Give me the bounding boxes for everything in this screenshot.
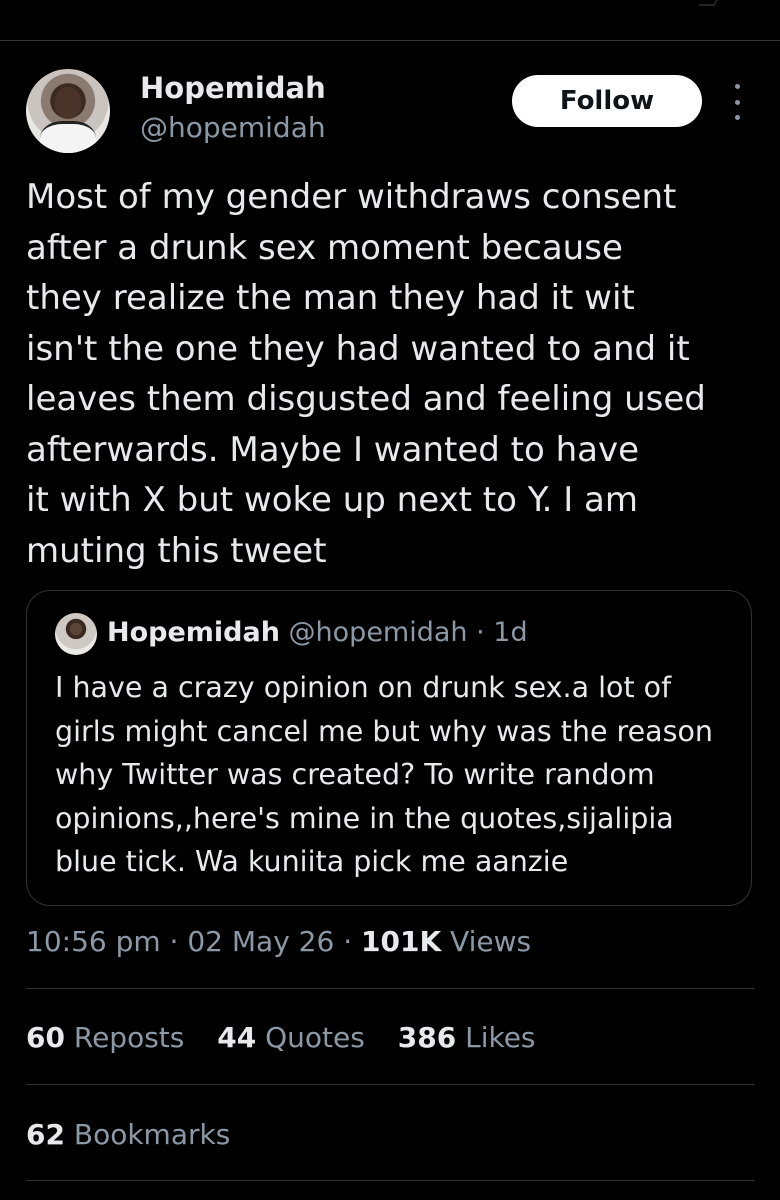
quoted-tweet-text: I have a crazy opinion on drunk sex.a lo… [55,666,745,884]
quoted-text-line: girls might cancel me but why was the re… [55,714,713,748]
quoted-author-avatar[interactable] [55,613,97,655]
quoted-text-line: I have a crazy opinion on drunk sex.a lo… [55,671,672,704]
top-cropped-icon [698,0,722,6]
quoted-text-line: opinions,,here's mine in the quotes,sija… [55,801,674,835]
quotes-label: Quotes [256,1021,365,1054]
bookmarks-count: 62 [26,1118,65,1151]
tweet-text-line: isn't the one they had wanted to and it [26,328,690,369]
tweet-time[interactable]: 10:56 pm [26,925,161,958]
follow-button[interactable]: Follow [512,75,702,127]
views-label: Views [441,925,532,958]
divider [26,1084,754,1085]
reposts-label: Reposts [64,1021,185,1054]
views-count: 101K [361,925,442,958]
author-avatar[interactable] [26,69,110,153]
reposts-count: 60 [26,1021,65,1054]
tweet-date[interactable]: 02 May 26 [187,925,334,958]
author-name[interactable]: Hopemidah [140,70,326,106]
more-dot [734,99,740,105]
divider [26,988,754,989]
bookmarks-label: Bookmarks [64,1118,231,1151]
quoted-text-line: blue tick. Wa kuniita pick me aanzie [55,845,569,878]
more-dot [734,84,740,89]
top-divider [0,40,780,41]
quoted-author-name[interactable]: Hopemidah [107,617,280,648]
tweet-text-line: leaves them disgusted and feeling used [26,379,706,419]
tweet-timestamp-row: 10:56 pm · 02 May 26 · 101K Views [26,922,531,962]
tweet-text-line: it with X but woke up next to Y. I am [26,480,638,520]
tweet-text-line: they realize the man they had it wit [26,278,635,318]
tweet-text-line: muting this tweet [26,530,327,571]
quoted-text-line: why Twitter was created? To write random [55,758,655,791]
more-options-icon[interactable] [726,84,748,120]
likes-label: Likes [456,1021,536,1054]
tweet-text: Most of my gender withdraws consent afte… [26,172,756,576]
tweet-text-line: afterwards. Maybe I wanted to have [26,429,639,470]
quoted-tweet-header: Hopemidah @hopemidah · 1d [107,615,528,651]
tweet-text-line: after a drunk sex moment because [26,227,623,268]
quotes-stat[interactable]: 44 Quotes [217,1021,365,1054]
more-dot [734,115,740,120]
quoted-tweet-age[interactable]: · 1d [476,617,527,648]
engagement-stats: 60 Reposts 44 Quotes 386 Likes [26,1018,560,1058]
likes-count: 386 [397,1021,457,1054]
meta-separator: · [334,925,361,958]
bookmarks-stat[interactable]: 62 Bookmarks [26,1115,230,1155]
quotes-count: 44 [217,1021,257,1054]
likes-stat[interactable]: 386 Likes [398,1021,536,1054]
tweet-text-line: Most of my gender withdraws consent [26,177,677,217]
divider [26,1180,754,1181]
avatar-face [55,87,81,119]
quoted-author-handle[interactable]: @hopemidah [289,617,468,648]
meta-separator: · [160,925,188,958]
quoted-tweet-card[interactable]: Hopemidah @hopemidah · 1d I have a crazy… [26,590,752,906]
avatar-shirt [40,121,96,153]
author-handle[interactable]: @hopemidah [140,110,326,146]
reposts-stat[interactable]: 60 Reposts [26,1021,184,1054]
